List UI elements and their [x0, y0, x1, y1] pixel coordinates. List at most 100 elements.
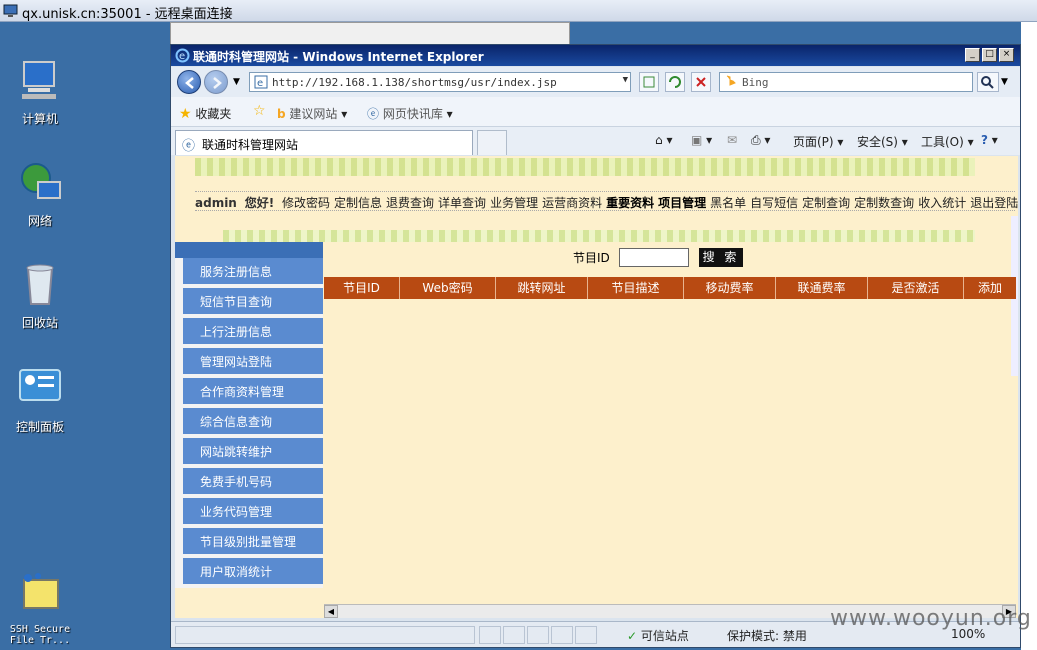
- topnav-link[interactable]: 定制信息: [334, 196, 382, 210]
- topnav-link[interactable]: 重要资料: [606, 196, 654, 210]
- page-menu-label: 页面(P): [793, 135, 834, 149]
- sidebar-item[interactable]: 综合信息查询: [183, 408, 323, 436]
- greeting-text: 您好!: [244, 196, 275, 210]
- table-column-header[interactable]: 添加: [964, 277, 1016, 299]
- sidebar-item[interactable]: 用户取消统计: [183, 558, 323, 586]
- mail-button[interactable]: ✉: [727, 133, 737, 147]
- webslice-gallery-button[interactable]: ⓔ 网页快讯库 ▾: [367, 105, 453, 122]
- sidebar: 服务注册信息 短信节目查询 上行注册信息 管理网站登陆 合作商资料管理 综合信息查询 网站跳…: [175, 258, 323, 588]
- web-page: admin 您好! 修改密码 定制信息 退费查询 详单查询 业务管理 运营商资料 重要资料项…: [175, 156, 1018, 618]
- feeds-button[interactable]: ▣ ▾: [691, 133, 712, 147]
- program-id-input[interactable]: [619, 248, 689, 267]
- sidebar-header: [175, 242, 323, 258]
- compatibility-icon: [643, 76, 655, 88]
- topnav-link[interactable]: 退出登陆: [970, 196, 1018, 210]
- topnav-link[interactable]: 定制查询: [802, 196, 850, 210]
- ie-window-title: 联通时科管理网站 - Windows Internet Explorer: [193, 50, 484, 64]
- close-button[interactable]: ×: [999, 48, 1014, 62]
- topnav-link[interactable]: 项目管理: [658, 196, 706, 210]
- refresh-icon: [669, 76, 681, 88]
- table-column-header: 是否激活: [868, 277, 964, 299]
- remote-desktop-title-bar: qx.unisk.cn:35001 - 远程桌面连接: [0, 0, 1037, 22]
- table-column-header: 节目ID: [324, 277, 400, 299]
- desktop-icon-network[interactable]: 网络: [0, 158, 80, 229]
- stop-button[interactable]: [691, 72, 711, 92]
- favorites-button[interactable]: ★ 收藏夹: [179, 105, 231, 122]
- control-panel-icon: [19, 369, 61, 401]
- search-submit-button[interactable]: 搜 索: [699, 248, 743, 267]
- sidebar-item[interactable]: 节目级别批量管理: [183, 528, 323, 556]
- sidebar-item[interactable]: 合作商资料管理: [183, 378, 323, 406]
- topnav-link[interactable]: 退费查询: [386, 196, 434, 210]
- suggested-sites-button[interactable]: b 建议网站 ▾: [277, 105, 347, 122]
- desktop-icon-computer[interactable]: 计算机: [0, 56, 80, 127]
- refresh-button[interactable]: [665, 72, 685, 92]
- topnav-link[interactable]: 详单查询: [438, 196, 486, 210]
- sidebar-item[interactable]: 管理网站登陆: [183, 348, 323, 376]
- topnav-link[interactable]: 定制数查询: [854, 196, 914, 210]
- safety-menu-label: 安全(S): [857, 135, 898, 149]
- forward-arrow-icon: [213, 77, 222, 89]
- new-tab-button[interactable]: [477, 130, 507, 155]
- table-column-header: 节目描述: [588, 277, 684, 299]
- topnav-link[interactable]: 业务管理: [490, 196, 538, 210]
- safety-menu[interactable]: 安全(S) ▾: [857, 133, 908, 150]
- search-options-icon[interactable]: ▼: [1001, 77, 1008, 87]
- status-segment: [503, 626, 525, 644]
- tools-menu[interactable]: 工具(O) ▾: [921, 133, 974, 150]
- mail-icon: ✉: [727, 133, 738, 147]
- search-button[interactable]: [977, 72, 999, 92]
- sidebar-item[interactable]: 短信节目查询: [183, 288, 323, 316]
- desktop-icon-label: 网络: [27, 214, 52, 228]
- back-arrow-icon: [185, 77, 194, 89]
- remote-desktop-title: qx.unisk.cn:35001 - 远程桌面连接: [22, 7, 233, 22]
- recycle-bin-icon: [26, 264, 54, 305]
- topnav-items: 修改密码 定制信息 退费查询 详单查询 业务管理 运营商资料 重要资料 项目管理 黑名单 自写短信…: [282, 196, 1018, 210]
- topnav-link[interactable]: 自写短信: [750, 196, 798, 210]
- address-bar[interactable]: e http://192.168.1.138/shortmsg/usr/inde…: [249, 72, 631, 92]
- sidebar-item[interactable]: 网站跳转维护: [183, 438, 323, 466]
- help-button[interactable]: ? ▾: [981, 133, 998, 147]
- address-toolbar: ▼ e http://192.168.1.138/shortmsg/usr/in…: [171, 67, 1020, 97]
- trusted-zone-indicator[interactable]: ✓ 可信站点: [627, 627, 689, 644]
- topnav-link[interactable]: 黑名单: [710, 196, 746, 210]
- tab-current[interactable]: ⓔ 联通时科管理网站: [175, 130, 473, 155]
- desktop-icon-ssh[interactable]: SSH Secure File Tr...: [0, 570, 80, 646]
- sidebar-item[interactable]: 上行注册信息: [183, 318, 323, 346]
- background-window-tabs: [170, 22, 570, 46]
- stop-icon: [696, 77, 706, 87]
- sidebar-item[interactable]: 免费手机号码: [183, 468, 323, 496]
- search-placeholder: Bing: [742, 76, 769, 89]
- status-segment: [175, 626, 475, 644]
- printer-icon: ⎙: [751, 133, 761, 147]
- back-button[interactable]: [177, 70, 201, 94]
- trusted-zone-label: 可信站点: [640, 629, 689, 643]
- svg-text:e: e: [257, 78, 263, 89]
- desktop-icon-label: 回收站: [21, 316, 58, 330]
- compatibility-view-button[interactable]: [639, 72, 659, 92]
- history-dropdown-icon[interactable]: ▼: [233, 77, 240, 87]
- table-column-header: Web密码: [400, 277, 496, 299]
- page-icon: e: [254, 75, 268, 89]
- home-button[interactable]: ⌂ ▾: [655, 133, 672, 147]
- favorites-bar: ★ 收藏夹 ☆ b 建议网站 ▾ ⓔ 网页快讯库 ▾: [171, 97, 1020, 127]
- desktop-icon-recycle-bin[interactable]: 回收站: [0, 260, 80, 331]
- ie-title-bar: e 联通时科管理网站 - Windows Internet Explorer _…: [171, 45, 1020, 66]
- header-banner: [195, 158, 975, 176]
- add-favorites-icon[interactable]: ☆: [253, 103, 266, 119]
- page-menu[interactable]: 页面(P) ▾: [793, 133, 843, 150]
- topnav-link[interactable]: 收入统计: [918, 196, 966, 210]
- forward-button[interactable]: [204, 70, 228, 94]
- sidebar-item[interactable]: 业务代码管理: [183, 498, 323, 526]
- topnav-link[interactable]: 运营商资料: [542, 196, 602, 210]
- scroll-left-icon[interactable]: ◀: [324, 605, 338, 618]
- print-button[interactable]: ⎙ ▾: [751, 133, 770, 148]
- sidebar-item[interactable]: 服务注册信息: [183, 258, 323, 286]
- search-input[interactable]: Bing: [719, 72, 973, 92]
- minimize-button[interactable]: _: [965, 48, 980, 62]
- maximize-button[interactable]: □: [982, 48, 997, 62]
- address-dropdown-icon[interactable]: ▼: [623, 75, 628, 85]
- desktop-icon-label: SSH Secure File Tr...: [9, 624, 71, 646]
- desktop-icon-control-panel[interactable]: 控制面板: [0, 364, 80, 435]
- topnav-link[interactable]: 修改密码: [282, 196, 330, 210]
